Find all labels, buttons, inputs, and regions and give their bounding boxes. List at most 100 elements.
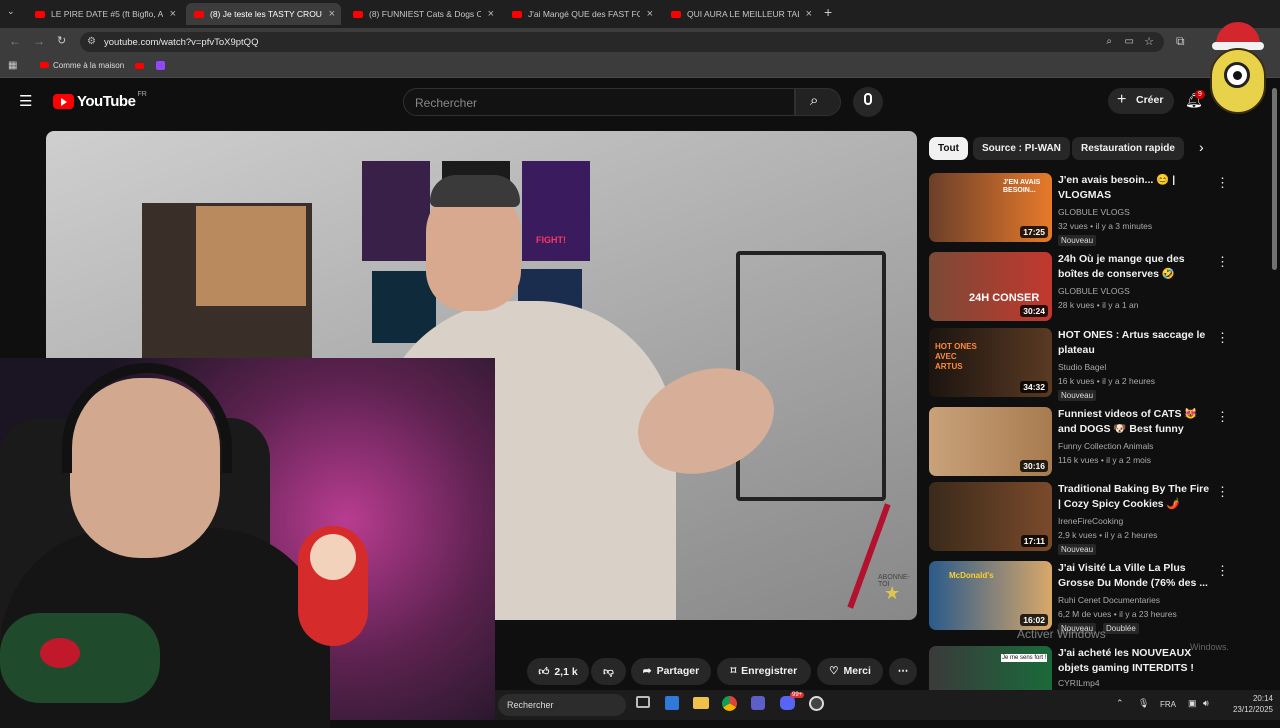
chip-all[interactable]: Tout (929, 137, 968, 160)
menu-hamburger-icon[interactable]: ☰ (19, 92, 32, 110)
video-title[interactable]: 24h Où je mange que des boîtes de conser… (1058, 252, 1212, 282)
more-options-icon[interactable]: ⋮ (1216, 175, 1229, 191)
video-title[interactable]: HOT ONES : Artus saccage le plateau (1058, 328, 1212, 358)
chip-fast-food[interactable]: Restauration rapide (1072, 137, 1184, 160)
more-options-icon[interactable]: ⋮ (1216, 563, 1229, 579)
cabinet (196, 206, 306, 306)
tray-chevron-icon[interactable]: ⌃ (1116, 698, 1124, 709)
browser-tab-4[interactable]: J'ai Mangé QUE des FAST FOOD × (504, 3, 659, 25)
recommendation-item[interactable]: 17:11 Traditional Baking By The Fire | C… (929, 482, 1229, 555)
chevron-right-icon[interactable]: › (1199, 139, 1204, 155)
channel-name[interactable]: Funny Collection Animals (1058, 440, 1218, 452)
tab-title: QUI AURA LE MEILLEUR TALEN (687, 9, 799, 19)
chrome-icon[interactable] (722, 696, 737, 711)
browser-tab-5[interactable]: QUI AURA LE MEILLEUR TALEN × (663, 3, 818, 25)
thanks-button[interactable]: ♡ Merci (817, 658, 883, 685)
chip-source[interactable]: Source : PI-WAN (973, 137, 1070, 160)
close-icon[interactable]: × (488, 8, 494, 20)
browser-tab-1[interactable]: LE PIRE DATE #5 (ft Bigflo, Any × (27, 3, 182, 25)
recommendation-item[interactable]: 24H CONSER 30:24 24h Où je mange que des… (929, 252, 1229, 324)
more-options-icon[interactable]: ⋮ (1216, 409, 1229, 425)
zoom-icon[interactable]: ⌕ (1106, 36, 1112, 47)
search-input[interactable]: Rechercher (403, 88, 795, 116)
recommendation-item[interactable]: J'EN AVAIS BESOIN... 17:25 J'en avais be… (929, 173, 1229, 246)
browser-tab-2[interactable]: (8) Je teste les TASTY CROUSTY × (186, 3, 341, 25)
presenter-hair (430, 175, 520, 207)
close-icon[interactable]: × (170, 8, 176, 20)
tab-search-icon[interactable]: ⌄ (7, 6, 15, 17)
video-title[interactable]: J'en avais besoin... 😊 | VLOGMAS (1058, 173, 1212, 203)
video-thumbnail[interactable]: J'EN AVAIS BESOIN... 17:25 (929, 173, 1052, 242)
bookmark-comme-a-la-maison[interactable]: Comme à la maison (40, 61, 124, 70)
back-icon[interactable]: ← (9, 34, 21, 48)
channel-name[interactable]: GLOBULE VLOGS (1058, 285, 1218, 297)
recommendation-item[interactable]: HOT ONES AVEC ARTUS 34:32 HOT ONES : Art… (929, 328, 1229, 401)
apps-grid-icon[interactable]: ▦ (8, 60, 17, 71)
voice-search-button[interactable] (853, 87, 883, 117)
like-button[interactable]: 👍︎ 2,1 k (527, 658, 589, 685)
video-title[interactable]: J'ai Visité La Ville La Plus Grosse Du M… (1058, 561, 1212, 591)
video-thumbnail[interactable]: Je me sens fort ! (929, 646, 1052, 690)
thumbnail-text: 24H CONSER (969, 292, 1040, 304)
share-button[interactable]: ➦ Partager (631, 658, 711, 685)
video-thumbnail[interactable]: 30:16 (929, 407, 1052, 476)
site-info-icon[interactable]: ⚙ (87, 36, 96, 47)
garland (0, 613, 160, 703)
bookmark-youtube-icon[interactable] (135, 63, 144, 69)
taskbar-search[interactable]: Rechercher (498, 694, 626, 716)
bookmark-star-icon[interactable]: ☆ (1144, 35, 1154, 48)
dislike-button[interactable]: 👎︎ (591, 658, 626, 685)
video-thumbnail[interactable]: HOT ONES AVEC ARTUS 34:32 (929, 328, 1052, 397)
recommendation-item[interactable]: 30:16 Funniest videos of CATS 😻 and DOGS… (929, 407, 1229, 479)
more-options-icon[interactable]: ⋮ (1216, 484, 1229, 500)
video-thumbnail[interactable]: 24H CONSER 30:24 (929, 252, 1052, 321)
more-options-icon[interactable]: ⋮ (1216, 330, 1229, 346)
video-thumbnail[interactable]: McDonald's 16:02 (929, 561, 1052, 630)
obs-icon[interactable] (809, 696, 824, 711)
video-title[interactable]: Traditional Baking By The Fire | Cozy Sp… (1058, 482, 1212, 512)
close-icon[interactable]: × (647, 8, 653, 20)
address-bar[interactable]: ⚙ youtube.com/watch?v=pfvToX9ptQQ ⌕ ▭ ☆ (80, 32, 1164, 52)
more-actions-button[interactable]: ⋯ (889, 658, 917, 685)
page-scrollbar[interactable] (1272, 88, 1277, 270)
share-icon: ➦ (642, 665, 652, 677)
tray-mic-icon[interactable]: 🎙︎ (1138, 698, 1149, 709)
extensions-icon[interactable]: ⧉ (1176, 34, 1185, 49)
video-title[interactable]: J'ai acheté les NOUVEAUX objets gaming I… (1058, 646, 1212, 676)
file-explorer-icon[interactable] (693, 697, 709, 709)
reload-icon[interactable]: ↻ (57, 34, 66, 47)
clock-time: 20:14 (1252, 694, 1273, 703)
video-stats: 28 k vues • il y a 1 an (1058, 300, 1139, 310)
clock[interactable]: 20:14 23/12/2025 (1218, 693, 1273, 715)
recommendation-item[interactable]: Je me sens fort ! J'ai acheté les NOUVEA… (929, 646, 1229, 690)
channel-name[interactable]: GLOBULE VLOGS (1058, 206, 1218, 218)
volume-icon[interactable]: 🔊︎ (1203, 698, 1209, 709)
new-badge: Nouveau (1058, 235, 1097, 246)
task-view-icon[interactable] (636, 696, 650, 708)
search-button[interactable]: ⌕ (795, 88, 841, 116)
youtube-logo[interactable]: YouTube FR (53, 91, 147, 110)
forward-icon[interactable]: → (33, 34, 45, 48)
more-options-icon[interactable]: ⋮ (1216, 254, 1229, 270)
close-icon[interactable]: × (806, 8, 812, 20)
new-tab-button[interactable]: + (824, 4, 832, 20)
store-icon[interactable] (665, 696, 679, 710)
channel-name[interactable]: CYRILmp4 (1058, 677, 1218, 689)
browser-tab-3[interactable]: (8) FUNNIEST Cats & Dogs Com × (345, 3, 500, 25)
teams-icon[interactable] (751, 696, 765, 710)
install-icon[interactable]: ▭ (1125, 36, 1134, 47)
channel-name[interactable]: Studio Bagel (1058, 361, 1218, 373)
save-button[interactable]: ⌑ Enregistrer (717, 658, 811, 685)
create-button[interactable]: + Créer (1108, 88, 1174, 114)
channel-name[interactable]: IreneFireCooking (1058, 515, 1218, 527)
network-icon[interactable]: ▣ (1188, 698, 1197, 709)
recommendation-item[interactable]: McDonald's 16:02 J'ai Visité La Ville La… (929, 561, 1229, 634)
video-thumbnail[interactable]: 17:11 (929, 482, 1052, 551)
language-indicator[interactable]: FRA (1160, 700, 1176, 709)
channel-name[interactable]: Ruhi Cenet Documentaries (1058, 594, 1218, 606)
discord-icon[interactable] (780, 696, 795, 710)
close-icon[interactable]: × (329, 8, 335, 20)
bookmark-twitch-icon[interactable] (156, 61, 165, 70)
video-title[interactable]: Funniest videos of CATS 😻 and DOGS 🐶 Bes… (1058, 407, 1212, 437)
video-stats: 16 k vues • il y a 2 heures (1058, 376, 1155, 386)
